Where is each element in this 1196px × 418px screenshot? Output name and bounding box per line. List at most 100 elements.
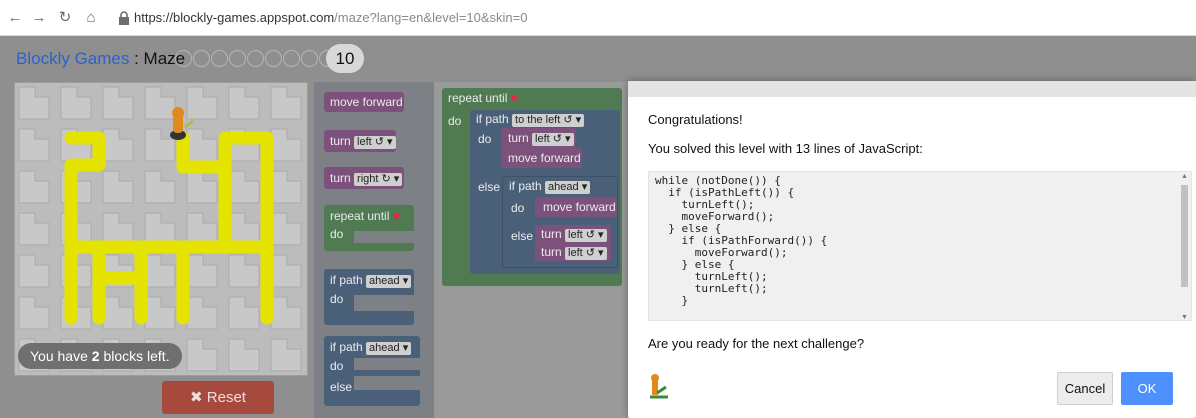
title-separator: : <box>129 49 144 68</box>
app-header: Blockly Games : Maze 10 <box>0 36 1196 80</box>
block-label: if path <box>330 273 363 287</box>
next-challenge-question: Are you ready for the next challenge? <box>648 336 865 351</box>
ok-button[interactable]: OK <box>1121 372 1173 405</box>
solved-message: You solved this level with 13 lines of J… <box>648 141 923 156</box>
address-bar[interactable]: https://blockly-games.appspot.com/maze?l… <box>110 6 1190 30</box>
block-header: if path ahead ▾ <box>324 269 414 292</box>
block-label: move forward <box>543 200 616 214</box>
do-label: do <box>511 201 525 215</box>
block-label: turn <box>330 134 351 148</box>
do-slot <box>354 358 420 370</box>
workspace-turn-left-block[interactable]: turn left ↺ ▾ <box>502 128 576 148</box>
blocks-left-count: 2 <box>91 348 100 364</box>
level-dot[interactable] <box>229 50 246 67</box>
blockly-games-link[interactable]: Blockly Games <box>16 49 129 68</box>
direction-dropdown[interactable]: left ↺ ▾ <box>354 136 396 149</box>
block-label: turn <box>508 131 529 145</box>
home-icon[interactable]: ⌂ <box>82 9 100 27</box>
current-level-badge: 10 <box>326 44 364 73</box>
path-dropdown[interactable]: ahead ▾ <box>366 275 412 288</box>
block-header: repeat until ♥ <box>324 205 414 227</box>
level-dot[interactable] <box>301 50 318 67</box>
direction-dropdown[interactable]: left ↺ ▾ <box>565 247 607 260</box>
path-dropdown[interactable]: ahead ▾ <box>366 342 412 355</box>
block-label: repeat until <box>448 91 508 105</box>
page-title: Blockly Games : Maze <box>16 49 185 69</box>
block-label: move forward <box>330 95 403 109</box>
do-slot <box>354 231 414 243</box>
workspace-repeat-until-block[interactable]: repeat until ♥ do if path to the left ↺ … <box>442 88 622 286</box>
level-selector <box>175 50 336 68</box>
direction-dropdown[interactable]: right ↻ ▾ <box>354 173 403 186</box>
goal-marker-icon: ♥ <box>392 209 400 223</box>
path-dropdown[interactable]: to the left ↺ ▾ <box>512 114 585 127</box>
toolbox-turn-right-block[interactable]: turn right ↻ ▾ <box>324 167 404 189</box>
blocks-left-status: You have 2 blocks left. <box>18 343 182 369</box>
code-scrollbar[interactable]: ▲ ▼ <box>1178 173 1190 320</box>
else-slot <box>354 376 420 390</box>
scroll-thumb[interactable] <box>1181 185 1188 287</box>
blocks-left-prefix: You have <box>30 348 92 364</box>
url-path: /maze?lang=en&level=10&skin=0 <box>334 10 528 25</box>
cancel-button[interactable]: Cancel <box>1057 372 1113 405</box>
maze-board <box>14 82 308 376</box>
congratulations-dialog: Congratulations! You solved this level w… <box>628 81 1196 418</box>
workspace-if-left-block[interactable]: if path to the left ↺ ▾ do turn left ↺ ▾… <box>470 110 620 274</box>
workspace-move-forward-block[interactable]: move forward <box>502 148 582 168</box>
level-dot[interactable] <box>211 50 228 67</box>
level-dot[interactable] <box>193 50 210 67</box>
toolbox-repeat-until-block[interactable]: repeat until ♥ do <box>324 205 414 251</box>
direction-dropdown[interactable]: left ↺ ▾ <box>532 133 574 146</box>
goal-marker-icon: ♥ <box>510 91 518 105</box>
block-header: if path ahead ▾ <box>503 177 617 196</box>
block-label: if path <box>476 112 509 126</box>
reset-button[interactable]: ✖ Reset <box>162 381 274 414</box>
block-label: if path <box>330 340 363 354</box>
else-label: else <box>330 380 353 394</box>
reset-label: Reset <box>206 389 246 406</box>
path-dropdown[interactable]: ahead ▾ <box>545 181 591 194</box>
level-dot[interactable] <box>247 50 264 67</box>
blocks-toolbox: move forward turn left ↺ ▾ turn right ↻ … <box>314 82 434 418</box>
url-text: https://blockly-games.appspot.com/maze?l… <box>134 10 528 25</box>
level-dot[interactable] <box>283 50 300 67</box>
else-label: else <box>511 229 534 243</box>
congratulations-heading: Congratulations! <box>648 112 743 127</box>
back-arrow-icon[interactable]: ← <box>6 9 24 27</box>
scroll-up-arrow-icon[interactable]: ▲ <box>1181 173 1188 180</box>
forward-arrow-icon[interactable]: → <box>30 9 48 27</box>
close-x-icon: ✖ <box>190 389 203 406</box>
workspace-if-ahead-block[interactable]: if path ahead ▾ do move forward else tur… <box>502 176 618 268</box>
reload-icon[interactable]: ↻ <box>56 9 74 27</box>
block-label: if path <box>509 179 542 193</box>
block-label: repeat until <box>330 209 390 223</box>
url-host: https://blockly-games.appspot.com <box>134 10 335 25</box>
pegman-icon <box>650 374 668 399</box>
toolbox-move-forward-block[interactable]: move forward <box>324 92 404 112</box>
block-label: turn <box>541 227 562 241</box>
toolbox-if-else-block[interactable]: if path ahead ▾ do else <box>324 336 420 406</box>
do-slot <box>354 295 414 311</box>
direction-dropdown[interactable]: left ↺ ▾ <box>565 229 607 242</box>
level-dot[interactable] <box>175 50 192 67</box>
workspace-move-forward-block[interactable]: move forward <box>535 197 617 217</box>
block-label: move forward <box>508 151 581 165</box>
scroll-down-arrow-icon[interactable]: ▼ <box>1181 314 1188 320</box>
block-header: if path ahead ▾ <box>324 336 420 359</box>
workspace-turn-left-block[interactable]: turn left ↺ ▾ <box>535 243 611 261</box>
javascript-code: while (notDone()) { if (isPathLeft()) { … <box>655 174 828 307</box>
javascript-code-box[interactable]: while (notDone()) { if (isPathLeft()) { … <box>648 171 1192 321</box>
dialog-title-bar <box>628 81 1196 97</box>
lock-icon <box>119 11 129 25</box>
toolbox-turn-left-block[interactable]: turn left ↺ ▾ <box>324 130 396 152</box>
maze-drawing <box>15 83 307 375</box>
block-header: repeat until ♥ <box>442 88 622 108</box>
blocks-left-suffix: blocks left. <box>99 348 170 364</box>
level-dot[interactable] <box>265 50 282 67</box>
block-header: if path to the left ↺ ▾ <box>470 110 620 129</box>
do-label: do <box>478 132 492 146</box>
toolbox-if-path-block[interactable]: if path ahead ▾ do <box>324 269 414 325</box>
browser-toolbar: ← → ↻ ⌂ https://blockly-games.appspot.co… <box>0 0 1196 36</box>
workspace-turn-left-block[interactable]: turn left ↺ ▾ <box>535 225 611 243</box>
block-label: turn <box>541 245 562 259</box>
